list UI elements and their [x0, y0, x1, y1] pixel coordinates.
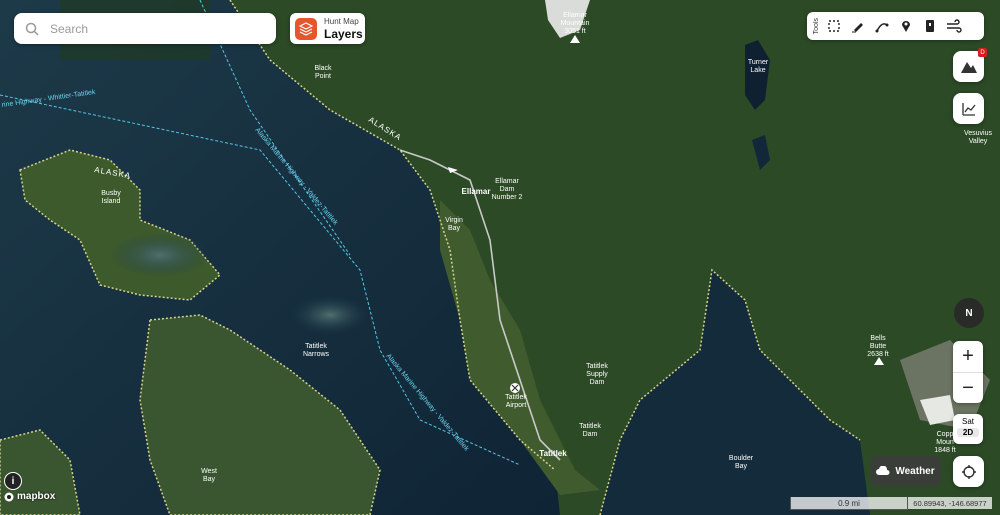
ellamar-mountain-label: Ellamar Mountain 3051 ft [561, 12, 590, 35]
locate-me-button[interactable] [953, 456, 984, 487]
weather-button[interactable]: Weather [870, 456, 941, 486]
mapbox-wordmark: mapbox [17, 491, 56, 502]
elevation-chart-button[interactable] [953, 93, 984, 124]
west-bay-label: West Bay [201, 468, 217, 483]
satellite-map[interactable]: Ellamar Mountain 3051 ft Turner Lake Black P… [0, 0, 1000, 515]
search-input[interactable]: Search [50, 22, 88, 36]
lasso-icon[interactable] [824, 16, 844, 36]
zoom-out-button[interactable]: − [953, 373, 983, 404]
search-bar[interactable]: Search [14, 13, 276, 44]
search-icon [25, 22, 39, 36]
chart-icon [961, 102, 976, 116]
satellite-label: Sat [961, 417, 974, 426]
layers-button[interactable]: Hunt Map Layers [290, 13, 365, 44]
ellamar-label: Ellamar [462, 187, 491, 196]
zoom-controls: + − [953, 341, 983, 403]
scale-bar: 0.9 mi [790, 497, 908, 510]
tatitlek-narrows-label: Tatitlek Narrows [303, 343, 330, 358]
layers-title: Layers [324, 26, 363, 41]
tools-label: Tools [813, 17, 820, 35]
info-button[interactable]: i [4, 472, 22, 490]
tatitlek-airport-label: Tatitlek Airport [505, 394, 527, 409]
pen-icon[interactable] [848, 16, 868, 36]
layers-subtitle: Hunt Map [324, 16, 359, 26]
bells-butte-label: Bells Butte 2638 ft [867, 335, 888, 358]
tools-toolbar: Tools [807, 12, 984, 40]
mapbox-icon [4, 492, 14, 501]
coordinates-readout: 60.89943, -146.68977 [908, 497, 992, 509]
weather-label: Weather [895, 465, 935, 477]
basemap-toggle[interactable]: Sat 2D [953, 414, 983, 444]
dimension-toggle[interactable]: 2D [957, 428, 979, 437]
wind-icon[interactable] [944, 16, 964, 36]
compass-button[interactable]: N [954, 298, 984, 328]
layers-icon [295, 17, 317, 40]
tatitlek-label: Tatitlek [539, 449, 567, 458]
busby-island-label: Busby Island [101, 190, 121, 205]
hunt-area-icon [960, 61, 977, 73]
pin-icon[interactable] [896, 16, 916, 36]
route-icon[interactable] [872, 16, 892, 36]
flag-icon[interactable] [920, 16, 940, 36]
mapbox-logo: mapbox [4, 491, 55, 502]
crosshair-icon [961, 464, 976, 479]
hunt-area-button[interactable]: D [953, 48, 987, 82]
zoom-in-button[interactable]: + [953, 341, 983, 373]
cloud-icon [876, 466, 890, 475]
notification-badge: D [978, 48, 987, 57]
north-label: N [965, 307, 973, 319]
black-point-label: Black Point [314, 65, 332, 80]
